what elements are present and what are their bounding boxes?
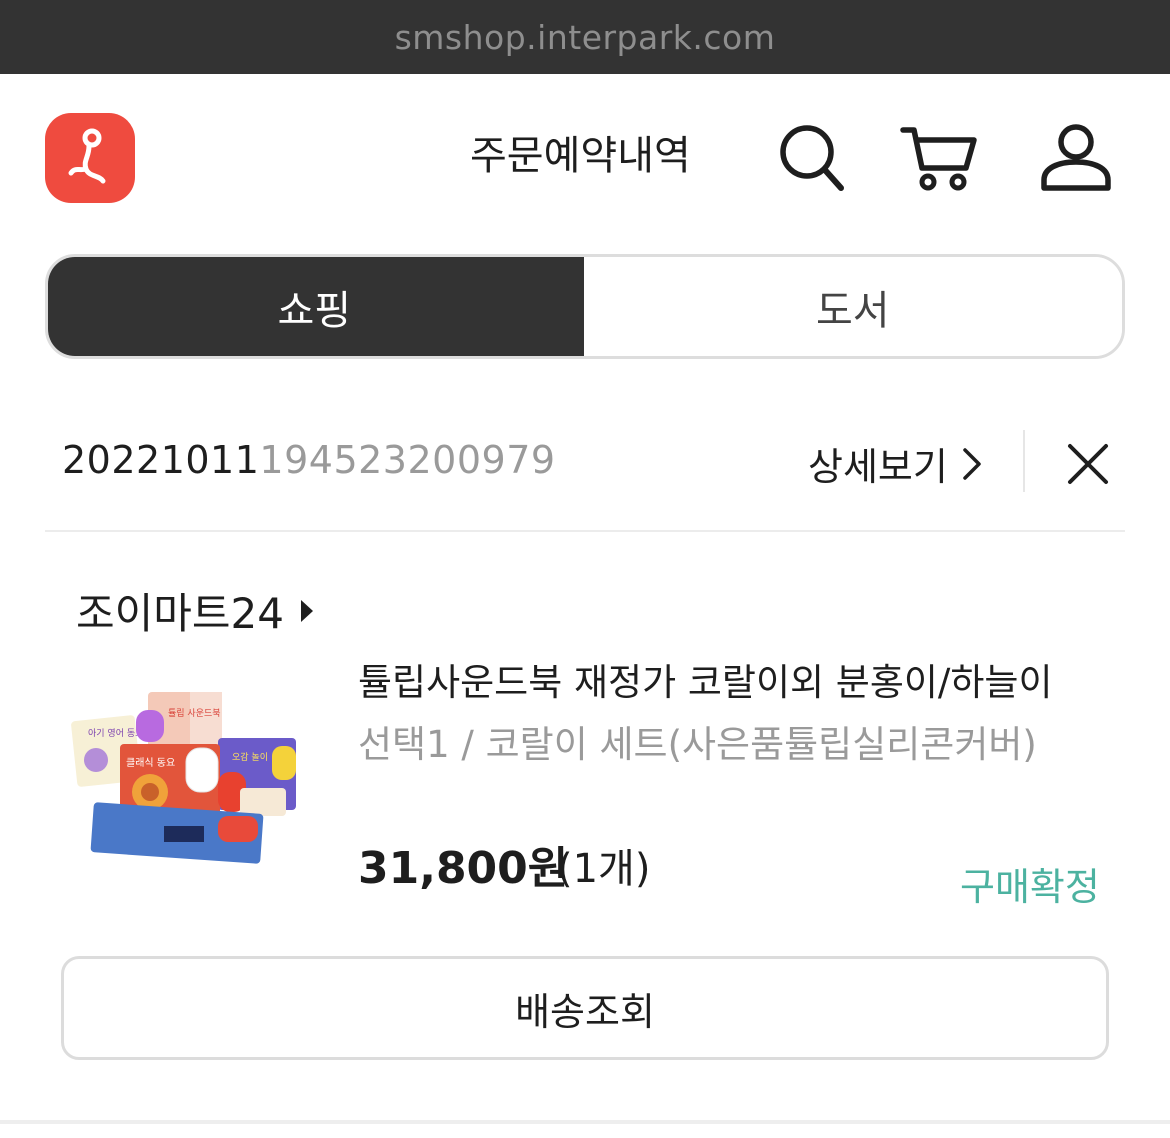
order-header: 20221011194523200979 상세보기 [62, 430, 1124, 494]
product-price: 31,800원 [358, 843, 569, 894]
divider [1023, 430, 1025, 492]
browser-url-bar[interactable]: smshop.interpark.com [0, 0, 1170, 74]
cart-button[interactable] [900, 122, 977, 192]
tab-shopping[interactable]: 쇼핑 [48, 257, 584, 356]
product-option: 선택1 / 코랄이 세트(사은품튤립실리콘커버) [358, 723, 1037, 766]
search-button[interactable] [777, 122, 847, 192]
product-quantity: (1개) [557, 846, 651, 892]
account-button[interactable] [1040, 122, 1111, 192]
interpark-logo[interactable] [45, 113, 135, 203]
order-number: 20221011194523200979 [62, 438, 556, 482]
seller-name: 조이마트24 [76, 589, 285, 638]
box-label: 튤립 사운드북 [168, 708, 221, 719]
page-title: 주문예약내역 [470, 133, 691, 179]
order-detail-label: 상세보기 [808, 445, 948, 489]
close-button[interactable] [1066, 442, 1110, 486]
order-detail-link[interactable]: 상세보기 [808, 436, 982, 491]
book1-label: 아기 영어 동요 [88, 728, 143, 739]
order-status: 구매확정 [960, 865, 1100, 909]
track-delivery-label: 배송조회 [515, 989, 655, 1034]
book3-label: 오감 놀이 [232, 751, 268, 763]
book2-label: 클래식 동요 [126, 757, 175, 769]
product-thumbnail[interactable]: 튤립 사운드북 아기 영어 동요 오감 놀이 클래식 동요 [68, 688, 308, 864]
section-divider [45, 530, 1125, 532]
tab-books[interactable]: 도서 [583, 257, 1122, 356]
order-number-sequence: 194523200979 [259, 438, 556, 482]
product-name[interactable]: 튤립사운드북 재정가 코랄이외 분홍이/하늘이 [358, 652, 1053, 706]
seller-link[interactable]: 조이마트24 [76, 580, 314, 641]
user-icon [1041, 124, 1111, 191]
cart-icon [900, 127, 977, 191]
url-text: smshop.interpark.com [394, 17, 776, 57]
caret-right-icon [301, 599, 314, 622]
category-segment: 쇼핑 도서 [45, 254, 1125, 359]
close-icon [1068, 444, 1108, 484]
bottom-divider [0, 1120, 1170, 1124]
track-delivery-button[interactable]: 배송조회 [61, 956, 1109, 1060]
logo-mark-icon [68, 128, 106, 184]
chevron-right-icon [963, 447, 981, 480]
search-icon [780, 125, 844, 191]
order-number-date: 20221011 [62, 438, 260, 482]
